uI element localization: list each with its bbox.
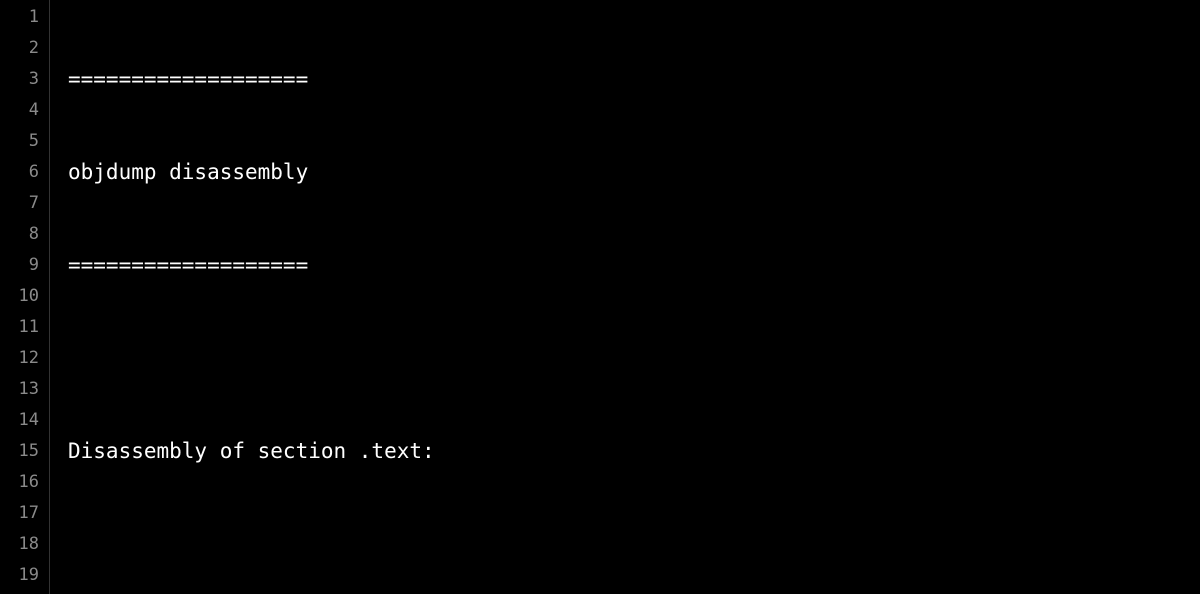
line-number: 12 xyxy=(0,343,49,374)
line-number: 18 xyxy=(0,529,49,560)
line-number: 16 xyxy=(0,467,49,498)
code-editor[interactable]: 12345678910111213141516171819 ==========… xyxy=(0,0,1200,594)
line-number: 2 xyxy=(0,33,49,64)
blank-line xyxy=(68,343,1200,374)
line-number: 4 xyxy=(0,95,49,126)
line-number-gutter: 12345678910111213141516171819 xyxy=(0,0,50,594)
code-area[interactable]: =================== objdump disassembly … xyxy=(50,0,1200,594)
header-rule: =================== xyxy=(68,250,1200,281)
line-number: 14 xyxy=(0,405,49,436)
line-number: 11 xyxy=(0,312,49,343)
line-number: 9 xyxy=(0,250,49,281)
blank-line xyxy=(68,529,1200,560)
line-number: 5 xyxy=(0,126,49,157)
line-number: 17 xyxy=(0,498,49,529)
line-number: 13 xyxy=(0,374,49,405)
line-number: 15 xyxy=(0,436,49,467)
line-number: 7 xyxy=(0,188,49,219)
line-number: 6 xyxy=(0,157,49,188)
header-title: objdump disassembly xyxy=(68,157,1200,188)
line-number: 8 xyxy=(0,219,49,250)
line-number: 1 xyxy=(0,2,49,33)
header-rule: =================== xyxy=(68,64,1200,95)
line-number: 10 xyxy=(0,281,49,312)
section-header: Disassembly of section .text: xyxy=(68,436,1200,467)
line-number: 19 xyxy=(0,560,49,591)
line-number: 3 xyxy=(0,64,49,95)
